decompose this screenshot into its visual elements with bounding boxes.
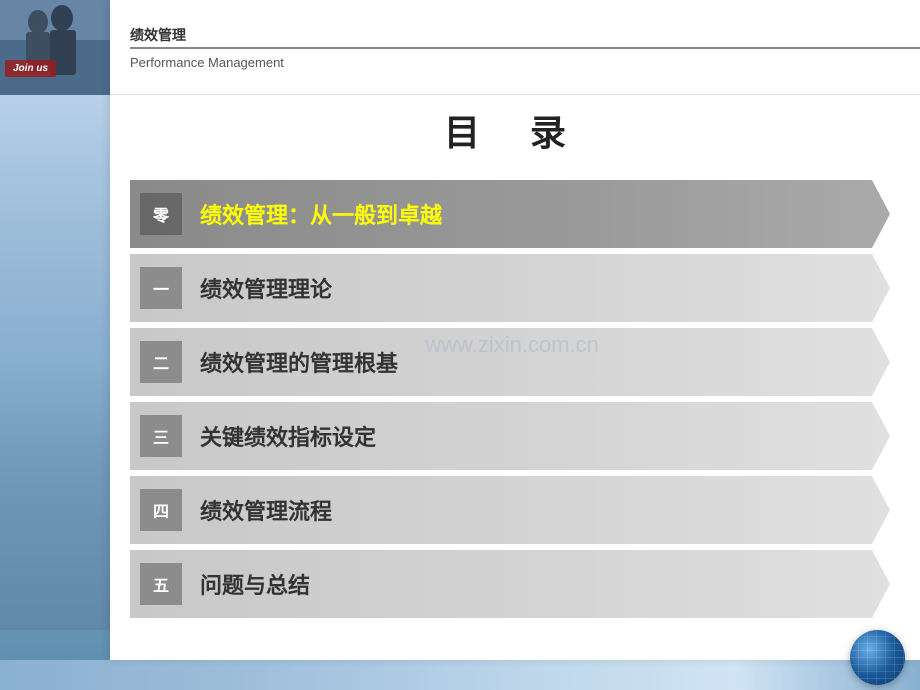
menu-number-char: 二: [153, 350, 169, 374]
sidebar: Join us: [0, 0, 112, 660]
menu-number-box: 三: [140, 415, 182, 457]
menu-label: 绩效管理流程: [200, 494, 332, 526]
menu-number-box: 二: [140, 341, 182, 383]
title-area: 目 录: [110, 95, 920, 165]
menu-banner: 三 关键绩效指标设定: [130, 402, 890, 470]
menu-label: 绩效管理：从一般到卓越: [200, 198, 442, 230]
menu-label: 问题与总结: [200, 568, 310, 600]
sidebar-lines: [0, 95, 112, 630]
menu-item[interactable]: 五 问题与总结: [130, 550, 890, 618]
header: 绩效管理 Performance Management: [110, 0, 920, 95]
menu-item[interactable]: 零 绩效管理：从一般到卓越: [130, 180, 890, 248]
menu-number-box: 四: [140, 489, 182, 531]
menu-label: 关键绩效指标设定: [200, 420, 376, 452]
menu-item[interactable]: 二 绩效管理的管理根基: [130, 328, 890, 396]
menu-number-char: 一: [153, 276, 169, 300]
page-title: 目 录: [444, 104, 586, 156]
menu-item[interactable]: 四 绩效管理流程: [130, 476, 890, 544]
join-us-badge: Join us: [5, 60, 56, 77]
menu-number-char: 三: [153, 424, 169, 448]
menu-label: 绩效管理的管理根基: [200, 346, 398, 378]
menu-banner: 零 绩效管理：从一般到卓越: [130, 180, 890, 248]
menu-number-box: 一: [140, 267, 182, 309]
menu-banner: 一 绩效管理理论: [130, 254, 890, 322]
menu-number-box: 零: [140, 193, 182, 235]
content-area: 零 绩效管理：从一般到卓越一 绩效管理理论二 绩效管理的管理根基三 关键绩效指标设定四 绩…: [110, 165, 920, 660]
menu-banner: 四 绩效管理流程: [130, 476, 890, 544]
menu-number-box: 五: [140, 563, 182, 605]
menu-label: 绩效管理理论: [200, 272, 332, 304]
menu-item[interactable]: 一 绩效管理理论: [130, 254, 890, 322]
bottom-strip: [0, 660, 920, 690]
sidebar-image: Join us: [0, 0, 110, 95]
globe-decoration: [850, 630, 905, 685]
menu-item[interactable]: 三 关键绩效指标设定: [130, 402, 890, 470]
menu-number-char: 零: [153, 202, 169, 226]
menu-number-char: 五: [153, 572, 169, 596]
menu-number-char: 四: [153, 498, 169, 522]
menu-banner: 五 问题与总结: [130, 550, 890, 618]
menu-banner: 二 绩效管理的管理根基: [130, 328, 890, 396]
header-english-title: Performance Management: [130, 55, 920, 70]
header-chinese-title: 绩效管理: [130, 25, 920, 49]
